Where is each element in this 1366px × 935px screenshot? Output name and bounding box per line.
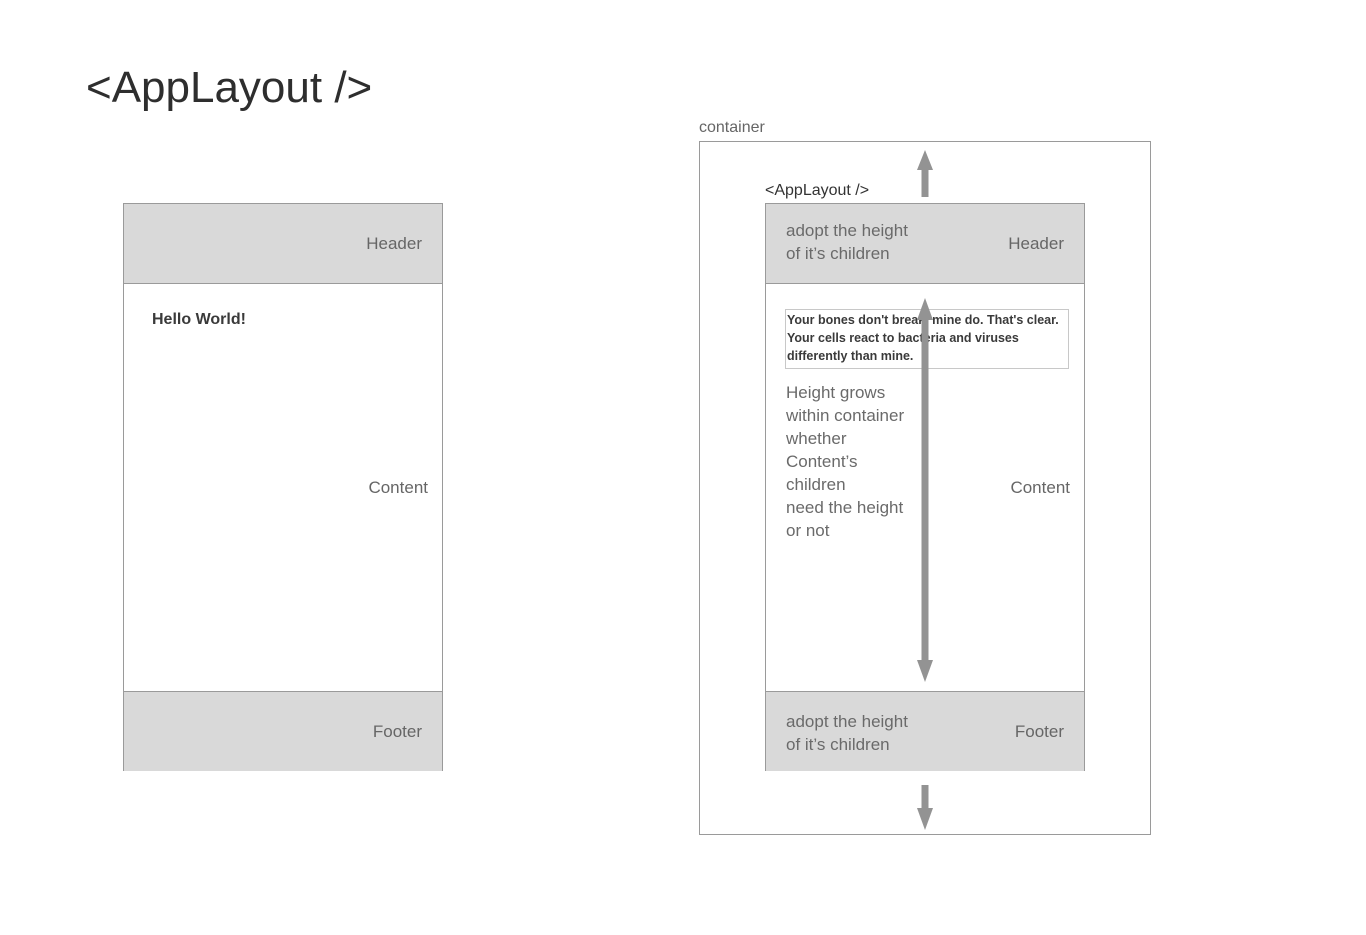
content-double-arrow bbox=[917, 298, 933, 682]
arrows-overlay bbox=[917, 150, 933, 830]
container-up-arrow bbox=[917, 150, 933, 197]
container-down-arrow bbox=[917, 785, 933, 830]
